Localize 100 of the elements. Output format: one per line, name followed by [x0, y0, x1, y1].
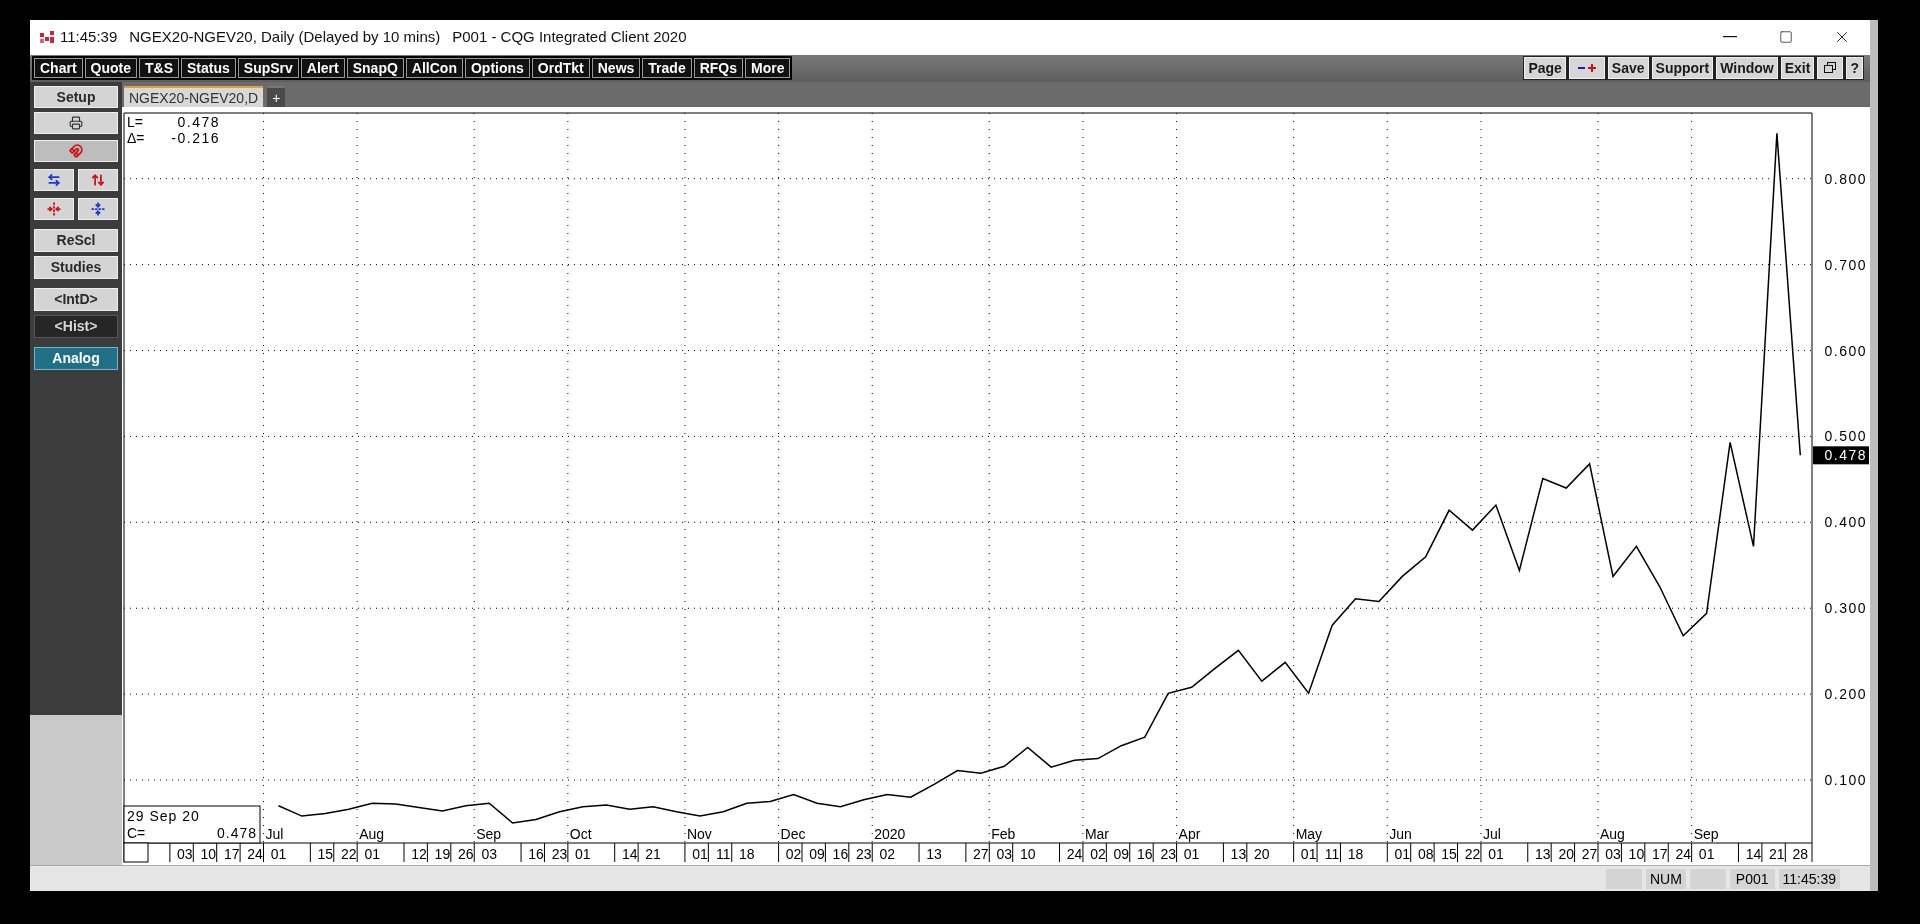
sidebar-button[interactable]: Analog: [34, 347, 118, 371]
legend-close-label: C=: [127, 825, 146, 842]
month-label: Dec: [780, 826, 806, 843]
converging-arrows-icon: [91, 202, 105, 217]
date-label: 13: [1230, 846, 1247, 863]
date-label: 03: [996, 846, 1013, 863]
date-label: 10: [200, 846, 217, 863]
chart-tab[interactable]: +: [267, 86, 286, 108]
compress-vertical-button[interactable]: [78, 198, 118, 221]
toolbar-button[interactable]: ?: [1846, 57, 1863, 80]
date-label: 15: [1441, 846, 1457, 863]
date-label: 14: [621, 846, 638, 863]
month-label: Sep: [1693, 826, 1719, 843]
toolbar-button[interactable]: Alert: [300, 58, 345, 79]
y-axis-label: 0.800: [1824, 171, 1867, 187]
toolbar-button[interactable]: OrdTkt: [531, 58, 590, 79]
date-label: 23: [856, 846, 872, 863]
toolbar-button[interactable]: Page: [1524, 57, 1566, 80]
month-label: Jul: [265, 826, 284, 843]
date-label: 18: [738, 846, 755, 863]
setup-button[interactable]: Setup: [34, 86, 118, 109]
app-title: P001 - CQG Integrated Client 2020: [452, 27, 687, 48]
month-label: Sep: [476, 826, 502, 843]
toolbar-button[interactable]: SnapQ: [346, 58, 404, 79]
compress-horizontal-button[interactable]: [34, 198, 74, 221]
toolbar-button[interactable]: Quote: [84, 58, 137, 79]
date-label: 16: [1136, 846, 1153, 863]
date-label: 08: [1417, 846, 1434, 863]
date-label: 01: [1488, 846, 1504, 863]
date-label: 02: [879, 846, 895, 863]
toolbar-button[interactable]: SupSrv: [237, 58, 299, 79]
date-label: 03: [1605, 846, 1621, 863]
zoom-button[interactable]: [1568, 57, 1605, 80]
chart-tab[interactable]: NGEX20-NGEV20,D: [124, 86, 264, 108]
date-label: 16: [528, 846, 544, 863]
date-label: 01: [1183, 846, 1200, 863]
toolbar-button[interactable]: Support: [1651, 57, 1714, 80]
sidebar-button[interactable]: Studies: [34, 256, 118, 280]
toolbar-button[interactable]: AllCon: [405, 58, 463, 79]
toolbar-button[interactable]: Trade: [642, 58, 692, 79]
date-label: 01: [270, 846, 287, 863]
date-label: 28: [1792, 846, 1809, 863]
y-axis-label: 0.100: [1824, 772, 1867, 789]
month-label: May: [1295, 826, 1323, 843]
printer-icon: [69, 116, 83, 131]
date-label: 02: [1090, 846, 1106, 863]
swap-vertical-button[interactable]: [78, 169, 118, 192]
month-label: Apr: [1178, 826, 1201, 843]
magnet-icon: [69, 144, 83, 159]
swap-horizontal-button[interactable]: [34, 169, 74, 192]
toolbar-button[interactable]: T&S: [139, 58, 179, 79]
sidebar-button[interactable]: <IntD>: [34, 288, 118, 312]
date-label: 09: [1113, 846, 1130, 863]
toolbar-button[interactable]: RFQs: [693, 58, 744, 79]
converging-arrows-icon: [47, 202, 61, 217]
date-label: 22: [1464, 846, 1481, 863]
date-label: 21: [1769, 846, 1785, 863]
date-label: 14: [1745, 846, 1762, 863]
print-button[interactable]: [34, 112, 118, 135]
month-label: Aug: [1600, 826, 1625, 843]
y-axis-label: 0.600: [1824, 342, 1867, 359]
minimize-icon: [1723, 36, 1737, 39]
date-label: 11: [716, 846, 731, 863]
readout-delta-label: Δ=: [127, 130, 145, 147]
date-label: 13: [926, 846, 942, 863]
date-label: 11: [1324, 846, 1340, 863]
window-title: NGEX20-NGEV20, Daily (Delayed by 10 mins): [129, 27, 441, 48]
toolbar-button[interactable]: Status: [181, 58, 236, 79]
date-label: 01: [1300, 846, 1317, 863]
date-label: 02: [785, 846, 802, 863]
date-label: 23: [551, 846, 568, 863]
date-label: 15: [317, 846, 334, 863]
date-label: 01: [1698, 846, 1715, 863]
date-label: 17: [223, 846, 240, 863]
date-label: 01: [692, 846, 708, 863]
toolbar-button[interactable]: Save: [1607, 57, 1649, 80]
maximize-icon: [1779, 30, 1793, 45]
restore-button[interactable]: [1817, 57, 1844, 80]
date-label: 01: [364, 846, 380, 863]
toolbar-button[interactable]: News: [591, 58, 641, 79]
magnet-button[interactable]: [34, 140, 118, 163]
date-label: 24: [1066, 846, 1083, 863]
toolbar-button[interactable]: Options: [464, 58, 530, 79]
date-label: 13: [1534, 846, 1551, 863]
readout-last-value: 0.478: [177, 114, 220, 131]
horizontal-arrows-icon: [47, 173, 61, 188]
y-axis-label: 0.700: [1824, 256, 1867, 273]
date-label: 21: [645, 846, 661, 863]
toolbar-button[interactable]: More: [745, 58, 791, 79]
month-label: Aug: [359, 826, 385, 843]
month-label: Jun: [1389, 826, 1412, 843]
month-label: Nov: [686, 826, 712, 843]
toolbar-button[interactable]: Window: [1716, 57, 1778, 80]
date-label: 20: [1254, 846, 1270, 863]
toolbar-button[interactable]: Exit: [1780, 57, 1815, 80]
sidebar-button[interactable]: <Hist>: [34, 315, 118, 339]
y-axis-label: 0.200: [1824, 686, 1867, 703]
toolbar-button[interactable]: Chart: [34, 58, 83, 79]
sidebar-button[interactable]: ReScl: [34, 229, 118, 253]
status-text: P001: [1729, 868, 1775, 889]
